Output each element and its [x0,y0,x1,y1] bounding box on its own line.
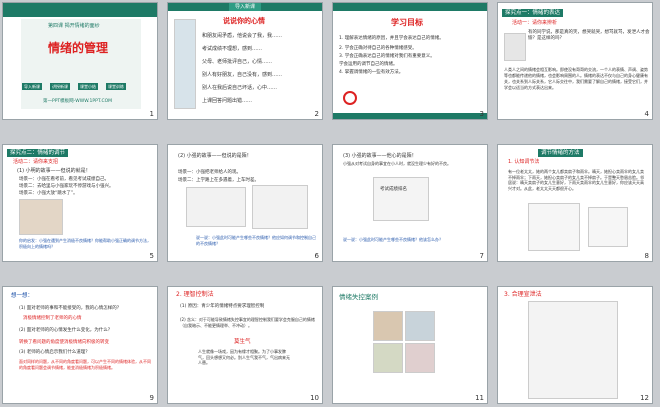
slide-thumbnail-8[interactable]: 调节情绪的方法 1. 认知调节法 有一位老太太，她的两个女儿都卖扇子和雨伞。晴天… [497,144,653,262]
slide7-poster-text: 考试成绩排名 [380,187,407,192]
slide6-bus-picture [252,185,308,229]
slide2-line-1: 和朋友闹矛盾，他说会了我，我…… [202,33,283,39]
slide4-paragraph: 人类人之间的情绪会相互影响。即使没有哥哥的交流，一个人的表情、声调、姿势等也都能… [504,67,648,90]
slide2-line-3: 父母、老师批评自己，心情…… [202,59,273,65]
slide9-q1: (1) 面对老师的事和不能接受的，我的心情怎样的？ [19,306,122,311]
slide1-btn-2: 讲授新课 [50,83,70,90]
slide1-btn-3: 课堂小结 [78,83,98,90]
slide-number: 11 [475,394,484,402]
slide3-footer-bar [333,113,487,119]
slide1-subtitle: 第四课 揭开情绪的面纱 [48,23,100,29]
slide-thumbnail-11[interactable]: 情绪失控案例 11 [332,286,488,404]
slide5-item-3: 场景三：小强大放“跳水了”。 [19,191,78,196]
slide6-scene-1: 场景一：小强把老师给人的现。 [178,170,241,175]
slide8-header: 调节情绪的方法 [538,149,583,157]
slide10-poem-title: 莫生气 [234,339,251,345]
slide-thumbnail-2[interactable]: 导入新课 说说你的心情 和朋友闹矛盾，他说会了我，我…… 考试成绩不理想，感到…… [167,2,323,120]
slide-number: 7 [479,252,484,260]
slide5-item-1: 场景一：小强在看考前，看见考试成绩自己。 [19,177,109,182]
slide7-question: (3) 小强的故事——他心的是陌！ [343,153,417,159]
slide2-thinking-picture [174,19,196,109]
slide10-poem: 人生就像一场戏，因为有缘才相聚。为了小事发脾气，回头想想又何必。别人生气我不气，… [198,349,290,365]
slide3-line-4: 学会运用的调节自己的情绪。 [339,62,398,67]
slide-thumbnail-10[interactable]: 2. 理智控制法 (1) 原因：青少年的情绪特点要求理智控制 (2) 含义：对于… [167,286,323,404]
slide-thumbnail-9[interactable]: 想一想： (1) 面对老师的事和不能接受的，我的心情怎样的？ 消极情绪控制了老师… [2,286,158,404]
slide7-poster-picture: 考试成绩排名 [373,177,429,221]
slide3-line-3: 3. 学会正确表达自己的情绪对我们有重要意义。 [339,54,435,59]
slide-number: 10 [310,394,319,402]
slide1-footer: 第一PPT模板网-WWW.1PPT.COM [43,99,113,104]
slide1-btn-4: 课堂训练 [106,83,126,90]
fingerprint-icon [343,91,357,105]
slide11-photo-2 [405,311,435,341]
slide4-question: 有的同学说，那是真的笑，想哭就哭，想骂就骂，发泄人才会愉？是这样的吗？ [528,30,650,41]
slide2-line-6: 上课回答问题出错…… [202,98,253,104]
slide5-subheader: 活动二：请你来支招 [13,159,59,165]
slide-number: 2 [314,110,319,118]
slide12-crying-cartoon [528,301,618,399]
slide-number: 8 [644,252,649,260]
slide9-q2: (2) 面对老师的的心情发生什么变化，为什么？ [19,328,113,333]
slide5-header: 探究点二：情绪的调节 [7,149,69,157]
slide3-header-bar [333,3,487,11]
slide5-study-photo [19,199,63,235]
slide-number: 4 [644,110,649,118]
slide-thumbnail-1[interactable]: 第四课 揭开情绪的面纱 情绪的管理 导入新课 讲授新课 课堂小结 课堂训练 第一… [2,2,158,120]
slide12-head: 3. 合理宣泄法 [504,291,542,298]
slide5-note: 你的启发：小强在遇到产生消极不良情绪？你能帮助小强正确的调节方法，积极向上的情绪… [19,238,151,249]
slide7-desc: 小强从对考试自身的事宜在小人时，就没生理少有好的不良。 [343,161,451,166]
slide3-line-1: 1. 理解表达情绪的原因，并且学会表达自己的情绪。 [339,36,444,41]
slide2-line-5: 别人在我后说自己坏话，心中…… [202,85,278,91]
slide3-line-2: 2. 学会正确对待自己的各种情绪感受。 [339,46,417,51]
slide-thumbnail-3[interactable]: 学习目标 1. 理解表达情绪的原因，并且学会表达自己的情绪。 2. 学会正确对待… [332,2,488,120]
slide4-cartoon [504,33,526,61]
slide6-bicycle-picture [186,187,246,227]
slide4-header: 探究点一：情绪的表达 [502,9,564,17]
slide2-line-4: 别人有好朋友，自己没有，感到…… [202,72,283,78]
slide5-item-2: 场景二：去哈里与小强家玩不停游戏与小强兴。 [19,184,114,189]
slide2-title: 说说你的心情 [223,17,265,25]
slide9-q3: (3) 老师的心情启示我们什么道理？ [19,350,90,355]
slide-number: 3 [479,110,484,118]
slide10-line-2: (2) 含义：对于可能导致情绪失控事宜的理智控制我们要学会克服自己的情绪（自我暗… [180,317,315,328]
slide8-subheader: 1. 认知调节法 [508,159,540,165]
slide2-line-2: 考试成绩不理想，感到…… [202,46,263,52]
slide5-question: (1) 小明的故事——但说的就是！ [17,168,91,174]
slide6-scene-2: 场景二：上学路上在多遇着，上车时差。 [178,178,259,183]
slide2-header-bar: 导入新课 [168,3,322,11]
slide-thumbnail-12[interactable]: 3. 合理宣泄法 12 [497,286,653,404]
slide-number: 5 [149,252,154,260]
slide-sorter-grid: 第四课 揭开情绪的面纱 情绪的管理 导入新课 讲授新课 课堂小结 课堂训练 第一… [0,0,660,407]
slide6-question: (2) 小强的故事——但说的是陌！ [178,153,252,159]
slide-thumbnail-5[interactable]: 探究点二：情绪的调节 活动二：请你来支招 (1) 小明的故事——但说的就是！ 场… [2,144,158,262]
slide4-subheader: 活动一：请你来辨析 [512,20,558,26]
slide11-photo-1 [373,311,403,341]
slide3-line-5: 4. 掌握调情绪的一些有效方法。 [339,70,404,75]
slide6-think: 说一说：小强此时可能产生哪些不良情绪？他应如何调节和控制自己的不良情绪？ [196,235,316,246]
slide3-title: 学习目标 [391,18,423,27]
slide-number: 12 [640,394,649,402]
slide10-line-1: (1) 原因：青少年的情绪特点要求理智控制 [180,304,265,309]
slide10-head: 2. 理智控制法 [176,291,214,298]
slide-thumbnail-7[interactable]: (3) 小强的故事——他心的是陌！ 小强从对考试自身的事宜在小人时，就没生理少有… [332,144,488,262]
slide7-think: 说一说：小强此时可能产生哪些不良情绪？他该怎么办？ [343,237,443,242]
slide11-photo-4 [405,343,435,373]
slide9-a2: 转换了看问题的角度使消极情绪向积极的转变 [19,340,109,345]
slide1-title: 情绪的管理 [48,41,109,55]
slide-number: 9 [149,394,154,402]
slide-number: 1 [149,110,154,118]
slide8-paragraph: 有一位老太太，她的两个女儿都卖扇子和雨伞。晴天，她担心卖雨伞的女儿卖不掉雨伞；下… [508,169,644,191]
slide-thumbnail-6[interactable]: (2) 小强的故事——但说的是陌！ 场景一：小强把老师给人的现。 场景二：上学路… [167,144,323,262]
slide11-title: 情绪失控案例 [339,293,378,301]
slide1-btn-1: 导入新课 [22,83,42,90]
slide-thumbnail-4[interactable]: 探究点一：情绪的表达 活动一：请你来辨析 有的同学说，那是真的笑，想哭就哭，想骂… [497,2,653,120]
slide11-photo-3 [373,343,403,373]
slide9-note: 面对同样的问题，从不同的角度看问题，可以产生不同的情绪体验，从不同的角度看问题会… [19,359,151,370]
slide-number: 6 [314,252,319,260]
slide9-a1: 消极情绪控制了老师的的心情 [23,316,82,321]
slide8-umbrella-cartoon [588,207,628,247]
slide8-grandma-cartoon [528,203,580,251]
slide9-head: 想一想： [11,293,34,299]
